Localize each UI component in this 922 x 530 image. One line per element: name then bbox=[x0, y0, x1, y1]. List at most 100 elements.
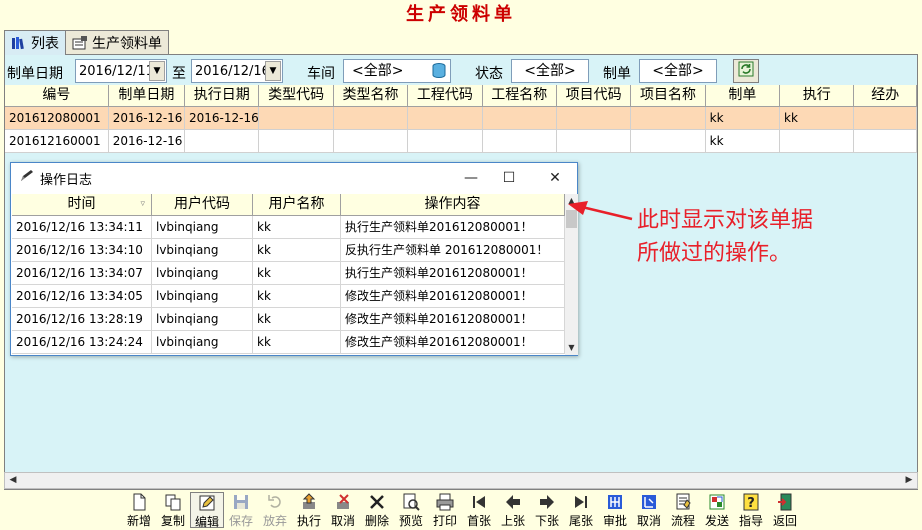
date-to-picker[interactable]: 2016/12/16 ▼ bbox=[191, 59, 283, 83]
grid-col-header[interactable]: 项目名称 bbox=[631, 85, 706, 106]
svg-text:?: ? bbox=[747, 496, 755, 511]
grid-col-header[interactable]: 类型代码 bbox=[259, 85, 334, 106]
toolbar-button-help[interactable]: ? 指导 bbox=[734, 492, 768, 528]
log-cell: 2016/12/16 13:34:07 bbox=[12, 262, 152, 284]
toolbar-button-label: 取消 bbox=[330, 514, 355, 528]
grid-col-header[interactable]: 类型名称 bbox=[334, 85, 409, 106]
table-cell bbox=[334, 130, 409, 152]
toolbar-button-label: 删除 bbox=[364, 514, 389, 528]
scroll-left-icon[interactable]: ◀ bbox=[5, 473, 21, 488]
grid-col-header[interactable]: 编号 bbox=[5, 85, 109, 106]
save-icon bbox=[232, 492, 250, 514]
log-row[interactable]: 2016/12/16 13:34:10 lvbinqiang kk 反执行生产领料单 … bbox=[12, 239, 565, 262]
sort-icon: ▿ bbox=[140, 199, 145, 209]
log-cell: lvbinqiang bbox=[152, 216, 253, 238]
toolbar-button-next[interactable]: 下张 bbox=[530, 492, 564, 528]
toolbar-button-preview[interactable]: 预览 bbox=[394, 492, 428, 528]
toolbar-button-execute[interactable]: 执行 bbox=[292, 492, 326, 528]
table-cell bbox=[408, 107, 483, 129]
toolbar-button-send[interactable]: 发送 bbox=[700, 492, 734, 528]
toolbar-button-save[interactable]: 保存 bbox=[224, 492, 258, 528]
log-cell: 2016/12/16 13:28:19 bbox=[12, 308, 152, 330]
tab-strip: 列表 生产领料单 bbox=[4, 30, 169, 55]
log-row[interactable]: 2016/12/16 13:34:05 lvbinqiang kk 修改生产领料单20… bbox=[12, 285, 565, 308]
tab-form[interactable]: 生产领料单 bbox=[65, 30, 169, 54]
table-cell: kk bbox=[780, 107, 855, 129]
workshop-field[interactable]: <全部> bbox=[343, 59, 451, 83]
log-cell: 2016/12/16 13:34:10 bbox=[12, 239, 152, 261]
document-grid: 编号 制单日期 执行日期 类型代码 类型名称 工程代码 工程名称 项目代码 项目名称 制单 执行 经办… bbox=[5, 85, 918, 153]
log-cell: lvbinqiang bbox=[152, 331, 253, 353]
table-row[interactable]: 201612160001 2016-12-16 kk bbox=[5, 130, 918, 153]
toolbar-button-cancel-exec[interactable]: 取消 bbox=[326, 492, 360, 528]
grid-col-header[interactable]: 制单日期 bbox=[109, 85, 186, 106]
log-cell: lvbinqiang bbox=[152, 262, 253, 284]
refresh-button[interactable] bbox=[733, 59, 759, 83]
date-label: 制单日期 bbox=[7, 66, 63, 82]
toolbar-button-last[interactable]: 尾张 bbox=[564, 492, 598, 528]
horizontal-scrollbar[interactable]: ◀ ▶ bbox=[4, 472, 918, 489]
toolbar-button-cancel-approve[interactable]: 取消 bbox=[632, 492, 666, 528]
log-col-header[interactable]: 操作内容 bbox=[341, 194, 565, 215]
toolbar-button-delete[interactable]: 删除 bbox=[360, 492, 394, 528]
toolbar-button-label: 放弃 bbox=[262, 514, 287, 528]
toolbar-button-new-doc[interactable]: 新增 bbox=[122, 492, 156, 528]
toolbar-button-copy[interactable]: 复制 bbox=[156, 492, 190, 528]
toolbar-button-undo[interactable]: 放弃 bbox=[258, 492, 292, 528]
grid-col-header[interactable]: 项目代码 bbox=[557, 85, 632, 106]
operation-log-dialog: 操作日志 — ☐ ✕ 时间 ▿ 用户代码 用户名称 操作内容 2016/12/16 13… bbox=[10, 162, 578, 356]
log-cell: kk bbox=[253, 216, 341, 238]
log-grid-header: 时间 ▿ 用户代码 用户名称 操作内容 bbox=[12, 194, 565, 216]
grid-col-header[interactable]: 制单 bbox=[706, 85, 781, 106]
toolbar-button-approve[interactable]: 审批 bbox=[598, 492, 632, 528]
log-row[interactable]: 2016/12/16 13:34:07 lvbinqiang kk 执行生产领料单20… bbox=[12, 262, 565, 285]
dialog-title: 操作日志 bbox=[40, 172, 93, 188]
maximize-button[interactable]: ☐ bbox=[489, 167, 529, 189]
annotation-line-1: 此时显示对该单据 bbox=[637, 208, 814, 233]
table-cell bbox=[483, 130, 557, 152]
preview-icon bbox=[402, 492, 420, 514]
grid-col-header[interactable]: 执行日期 bbox=[185, 85, 260, 106]
chevron-down-icon[interactable]: ▼ bbox=[149, 61, 165, 81]
print-icon bbox=[436, 492, 454, 514]
toolbar-button-edit[interactable]: 编辑 bbox=[190, 492, 224, 529]
grid-col-header[interactable]: 工程代码 bbox=[408, 85, 483, 106]
table-cell: 201612080001 bbox=[5, 107, 109, 129]
copy-icon bbox=[164, 492, 182, 514]
log-col-header[interactable]: 用户代码 bbox=[152, 194, 253, 215]
toolbar-button-flow[interactable]: 流程 bbox=[666, 492, 700, 528]
log-cell: 修改生产领料单201612080001！ bbox=[341, 285, 565, 307]
maker-label: 制单 bbox=[603, 66, 631, 82]
scroll-right-icon[interactable]: ▶ bbox=[901, 473, 917, 488]
grid-col-header[interactable]: 执行 bbox=[780, 85, 855, 106]
table-row[interactable]: 201612080001 2016-12-16 2016-12-16 kk kk bbox=[5, 107, 918, 130]
log-row[interactable]: 2016/12/16 13:34:11 lvbinqiang kk 执行生产领料单20… bbox=[12, 216, 565, 239]
send-icon bbox=[708, 492, 726, 514]
chevron-down-icon[interactable]: ▼ bbox=[265, 61, 281, 81]
log-row[interactable]: 2016/12/16 13:28:19 lvbinqiang kk 修改生产领料单20… bbox=[12, 308, 565, 331]
toolbar-button-first[interactable]: 首张 bbox=[462, 492, 496, 528]
toolbar-button-exit[interactable]: 返回 bbox=[768, 492, 802, 528]
scroll-down-icon[interactable]: ▼ bbox=[565, 341, 578, 355]
table-cell bbox=[631, 130, 706, 152]
maker-field[interactable]: <全部> bbox=[639, 59, 717, 83]
toolbar-button-prev[interactable]: 上张 bbox=[496, 492, 530, 528]
date-from-picker[interactable]: 2016/12/11 ▼ bbox=[75, 59, 167, 83]
database-icon[interactable] bbox=[432, 63, 446, 86]
status-field[interactable]: <全部> bbox=[511, 59, 589, 83]
grid-col-header[interactable]: 经办 bbox=[854, 85, 918, 106]
delete-icon bbox=[368, 492, 386, 514]
toolbar-button-print[interactable]: 打印 bbox=[428, 492, 462, 528]
close-button[interactable]: ✕ bbox=[535, 167, 575, 189]
minimize-button[interactable]: — bbox=[451, 167, 491, 189]
log-col-header[interactable]: 用户名称 bbox=[253, 194, 341, 215]
log-col-header[interactable]: 时间 ▿ bbox=[12, 194, 152, 215]
first-icon bbox=[470, 492, 488, 514]
toolbar-button-label: 发送 bbox=[704, 514, 729, 528]
help-icon: ? bbox=[742, 492, 760, 514]
filter-bar: 制单日期 2016/12/11 ▼ 至 2016/12/16 ▼ 车间 <全部>… bbox=[5, 59, 919, 85]
log-row[interactable]: 2016/12/16 13:24:24 lvbinqiang kk 修改生产领料单20… bbox=[12, 331, 565, 354]
form-icon bbox=[72, 35, 88, 50]
grid-col-header[interactable]: 工程名称 bbox=[483, 85, 557, 106]
tab-list[interactable]: 列表 bbox=[4, 30, 66, 55]
